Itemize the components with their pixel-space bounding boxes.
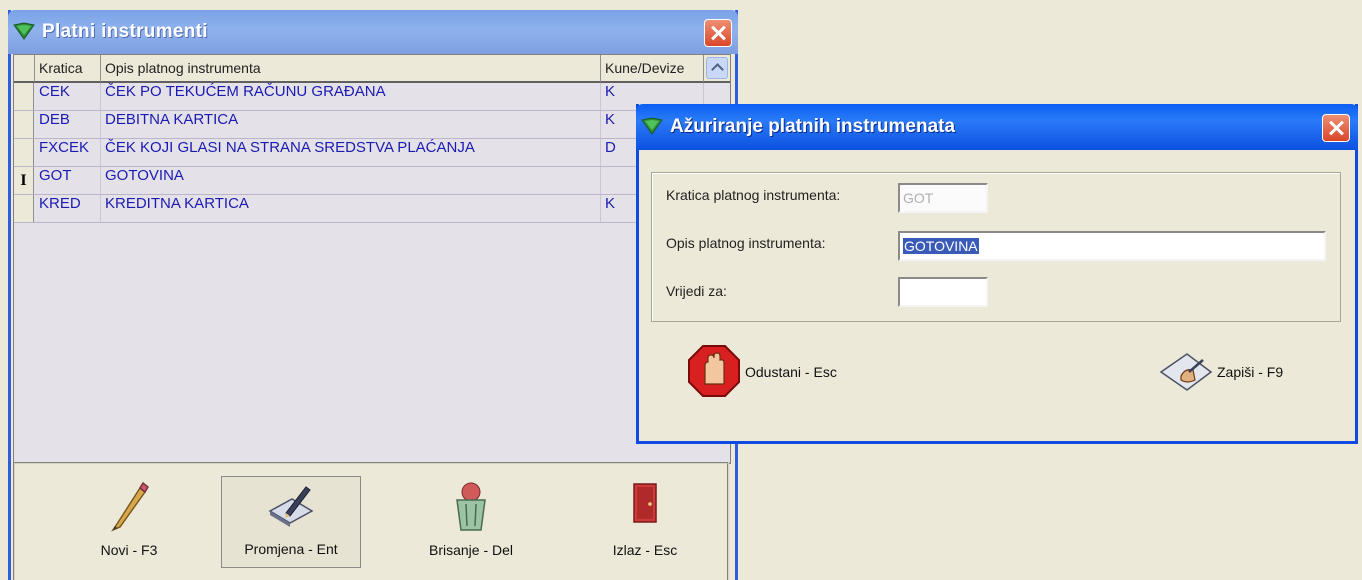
instruments-grid[interactable]: Kratica Opis platnog instrumenta Kune/De… [13, 54, 731, 464]
stop-hand-icon [688, 345, 740, 397]
code-field-label: Kratica platnog instrumenta: [666, 187, 841, 203]
cell-description: KREDITNA KARTICA [101, 195, 601, 222]
delete-button-label: Brisanje - Del [428, 542, 514, 558]
cancel-button-label: Odustani - Esc [745, 364, 837, 380]
row-indicator [14, 111, 34, 138]
main-window: Platni instrumenti Kratica Opis platnog … [8, 10, 738, 580]
table-row[interactable]: DEB DEBITNA KARTICA K [14, 111, 704, 139]
app-icon [13, 22, 35, 40]
trash-icon [456, 482, 486, 531]
app-icon [641, 117, 663, 135]
delete-button[interactable]: Brisanje - Del [401, 476, 541, 568]
close-icon[interactable] [704, 19, 732, 47]
table-row[interactable]: I GOT GOTOVINA [14, 167, 704, 195]
write-note-icon [1159, 353, 1213, 391]
header-indicator-cell [14, 55, 35, 82]
dialog-title: Ažuriranje platnih instrumenata [670, 116, 956, 137]
exit-button-label: Izlaz - Esc [612, 542, 678, 558]
cell-description: GOTOVINA [101, 167, 601, 194]
cell-code: CEK [35, 83, 101, 110]
dialog-title-bar[interactable]: Ažuriranje platnih instrumenata [636, 104, 1358, 150]
main-window-title: Platni instrumenti [42, 21, 208, 42]
column-header-currency[interactable]: Kune/Devize [601, 55, 704, 82]
table-row[interactable]: FXCEK ČEK KOJI GLASI NA STRANA SREDSTVA … [14, 139, 704, 167]
save-button[interactable]: Zapiši - F9 [1159, 344, 1309, 400]
new-button[interactable]: Novi - F3 [59, 476, 199, 568]
valid-for-field[interactable] [898, 277, 988, 307]
exit-button[interactable]: Izlaz - Esc [575, 476, 715, 568]
table-row[interactable]: KRED KREDITNA KARTICA K [14, 195, 704, 223]
fields-panel: Kratica platnog instrumenta: GOT Opis pl… [651, 172, 1341, 322]
cell-description: ČEK PO TEKUĆEM RAČUNU GRAĐANA [101, 83, 601, 110]
door-exit-icon [633, 483, 657, 523]
edit-document-icon [268, 486, 314, 527]
current-row-indicator: I [14, 167, 34, 194]
column-header-code[interactable]: Kratica [35, 55, 101, 82]
row-indicator [14, 195, 34, 222]
save-button-label: Zapiši - F9 [1217, 364, 1284, 380]
cell-code: KRED [35, 195, 101, 222]
main-toolbar: Novi - F3 Promjena - Ent Brisanje - Del [13, 462, 729, 580]
selected-text: GOTOVINA [903, 238, 979, 254]
pencil-icon [110, 481, 149, 532]
row-indicator [14, 83, 34, 110]
row-indicator [14, 139, 34, 166]
cell-code: GOT [35, 167, 101, 194]
edit-button[interactable]: Promjena - Ent [221, 476, 361, 568]
close-icon[interactable] [1322, 114, 1350, 142]
description-field[interactable]: GOTOVINA [898, 231, 1326, 261]
cancel-button[interactable]: Odustani - Esc [687, 344, 887, 400]
description-field-label: Opis platnog instrumenta: [666, 235, 826, 251]
scroll-up-icon[interactable] [706, 57, 728, 79]
edit-button-label: Promjena - Ent [244, 541, 338, 557]
code-field: GOT [898, 183, 988, 213]
cell-description: DEBITNA KARTICA [101, 111, 601, 138]
table-row[interactable]: CEK ČEK PO TEKUĆEM RAČUNU GRAĐANA K [14, 83, 704, 111]
edit-dialog: Ažuriranje platnih instrumenata Kratica … [636, 104, 1358, 444]
cell-code: FXCEK [35, 139, 101, 166]
main-title-bar[interactable]: Platni instrumenti [8, 10, 738, 54]
new-button-label: Novi - F3 [100, 542, 158, 558]
grid-header: Kratica Opis platnog instrumenta Kune/De… [14, 55, 730, 83]
valid-for-field-label: Vrijedi za: [666, 283, 727, 299]
cell-description: ČEK KOJI GLASI NA STRANA SREDSTVA PLAĆAN… [101, 139, 601, 166]
column-header-description[interactable]: Opis platnog instrumenta [101, 55, 601, 82]
cell-code: DEB [35, 111, 101, 138]
